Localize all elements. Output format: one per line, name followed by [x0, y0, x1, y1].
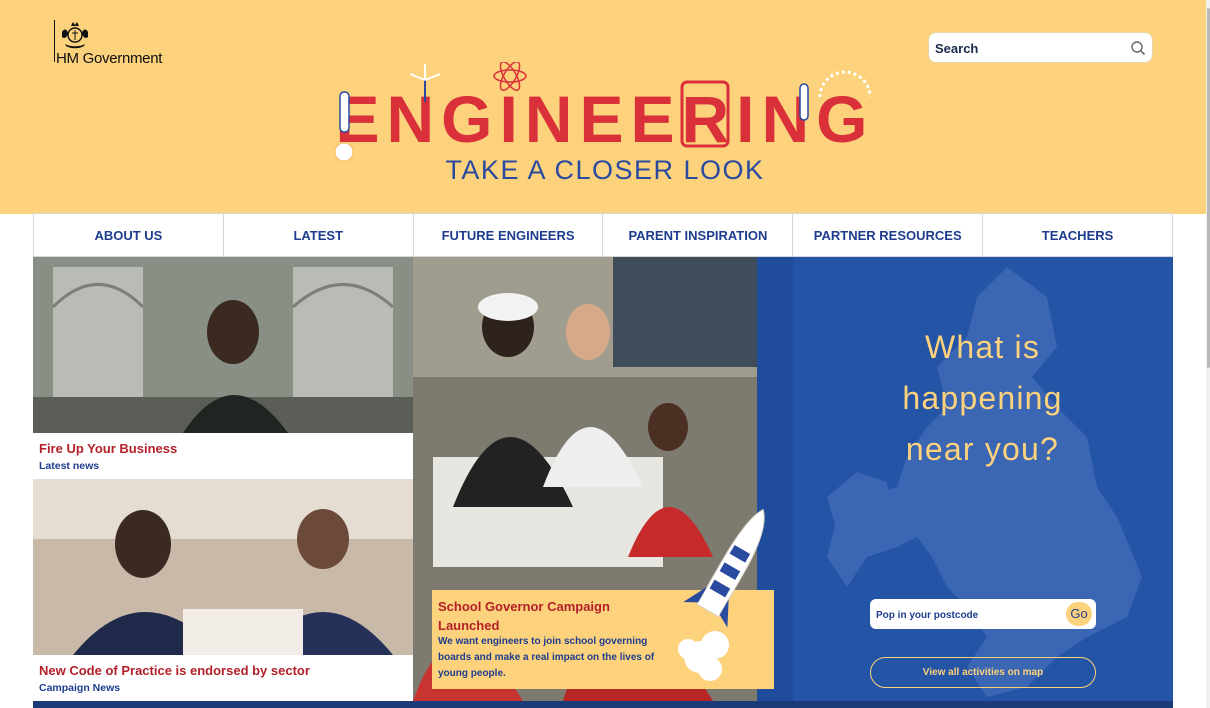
search-icon[interactable]	[1130, 40, 1146, 56]
card-title[interactable]: New Code of Practice is endorsed by sect…	[39, 663, 310, 678]
nav-item-future-engineers[interactable]: FUTURE ENGINEERS	[414, 214, 604, 256]
nav-item-teachers[interactable]: TEACHERS	[983, 214, 1172, 256]
main-nav: ABOUT US LATEST FUTURE ENGINEERS PARENT …	[33, 213, 1173, 257]
postcode-input[interactable]	[876, 607, 1056, 623]
page: HM Government ENGINEERING	[0, 0, 1210, 708]
featured-title[interactable]: School Governor Campaign Launched	[438, 597, 648, 635]
nav-item-partner-resources[interactable]: PARTNER RESOURCES	[793, 214, 984, 256]
hm-government-logo[interactable]: HM Government	[54, 20, 184, 67]
card-image-fire-up[interactable]	[33, 257, 413, 433]
card-caption-code-of-practice: New Code of Practice is endorsed by sect…	[33, 655, 413, 701]
map-heading-line: What is	[924, 329, 1041, 365]
rocket-icon	[678, 508, 765, 681]
card-subtitle: Campaign News	[39, 682, 121, 694]
brand-title: ENGINEERING	[335, 82, 874, 156]
logo-rule	[54, 20, 55, 62]
search-box[interactable]	[928, 32, 1153, 63]
map-heading-line: happening	[902, 380, 1063, 416]
royal-crest-icon	[62, 22, 88, 49]
satellite-rocket-icon	[799, 83, 809, 121]
nav-item-about-us[interactable]: ABOUT US	[34, 214, 224, 256]
nav-item-parent-inspiration[interactable]: PARENT INSPIRATION	[603, 214, 794, 256]
go-button[interactable]: Go	[1066, 602, 1092, 626]
map-heading: What is happening near you?	[810, 322, 1155, 475]
card-title[interactable]: Fire Up Your Business	[39, 441, 177, 456]
logo-text: HM Government	[56, 50, 163, 67]
featured-description: We want engineers to join school governi…	[438, 636, 655, 679]
card-caption-fire-up: Fire Up Your Business Latest news	[33, 433, 413, 479]
search-input[interactable]	[935, 39, 1115, 57]
nav-item-latest[interactable]: LATEST	[224, 214, 414, 256]
card-subtitle: Latest news	[39, 460, 100, 472]
footer-band	[33, 701, 1173, 708]
card-image-code-of-practice[interactable]	[33, 479, 413, 655]
tagline: TAKE A CLOSER LOOK	[445, 155, 765, 185]
map-heading-line: near you?	[905, 431, 1060, 467]
postcode-field[interactable]	[870, 599, 1096, 629]
view-all-activities-button[interactable]: View all activities on map	[870, 657, 1096, 688]
